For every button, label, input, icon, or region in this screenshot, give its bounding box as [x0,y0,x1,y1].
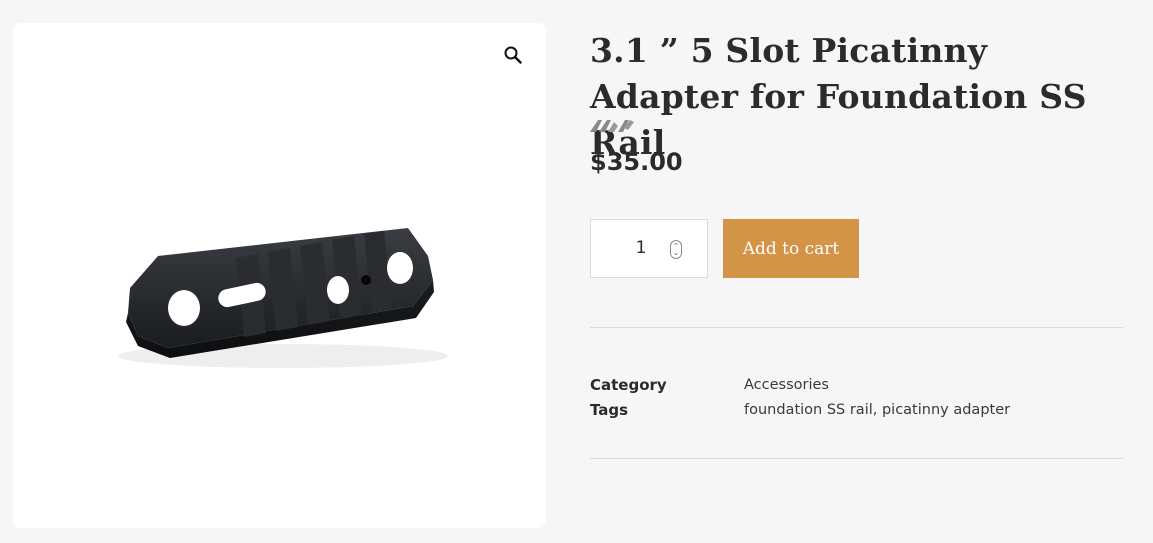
magnifier-icon [504,46,522,64]
chevron-down-icon[interactable]: ⌄ [673,249,679,257]
category-value[interactable]: Accessories [744,377,829,393]
product-price: $35.00 [590,148,683,176]
product-summary: 3.1 ” 5 Slot Picatinny Adapter for Found… [590,28,1123,459]
product-gallery [13,23,546,528]
zoom-button[interactable] [501,43,525,67]
product-page: 3.1 ” 5 Slot Picatinny Adapter for Found… [0,0,1153,543]
add-to-cart-button[interactable]: Add to cart [723,219,859,278]
tags-value[interactable]: foundation SS rail, picatinny adapter [744,402,1010,418]
stepper-icon[interactable]: ⌃ ⌄ [670,240,682,259]
meta-row-tags: Tags foundation SS rail, picatinny adapt… [590,397,1123,422]
product-meta: Category Accessories Tags foundation SS … [590,372,1123,422]
tags-label: Tags [590,400,629,419]
quantity-stepper[interactable]: 1 ⌃ ⌄ [590,219,708,278]
category-label: Category [590,375,667,394]
product-image[interactable] [108,208,448,378]
divider [590,327,1123,328]
divider [590,458,1123,459]
product-title: 3.1 ” 5 Slot Picatinny Adapter for Found… [590,31,1087,162]
brand-logo-icon [590,120,634,132]
meta-row-category: Category Accessories [590,372,1123,397]
add-to-cart-form: 1 ⌃ ⌄ Add to cart [590,219,859,278]
